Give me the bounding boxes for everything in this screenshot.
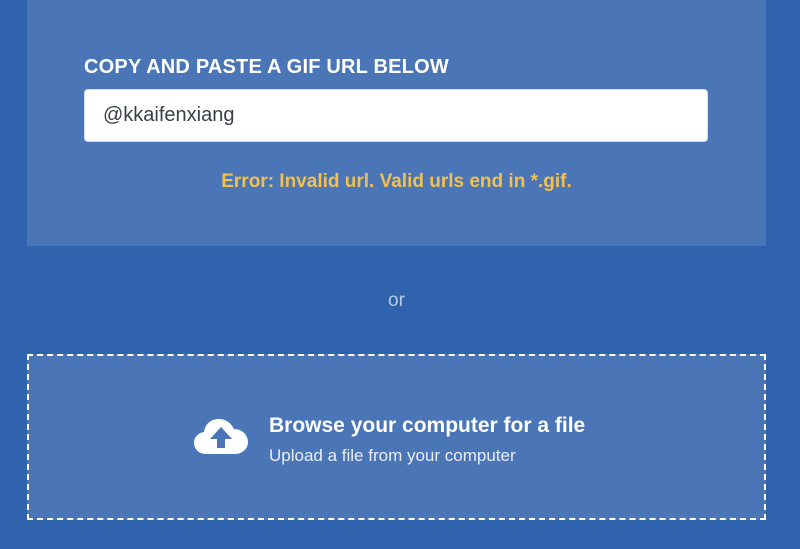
- or-separator: or: [388, 290, 405, 311]
- url-panel: COPY AND PASTE A GIF URL BELOW Error: In…: [27, 0, 766, 246]
- gif-url-input[interactable]: [84, 89, 708, 142]
- error-message: Error: Invalid url. Valid urls end in *.…: [221, 171, 572, 192]
- browse-title: Browse your computer for a file: [269, 414, 586, 437]
- file-drop-zone[interactable]: Browse your computer for a file Upload a…: [27, 354, 766, 520]
- browse-subtitle: Upload a file from your computer: [269, 446, 516, 465]
- page: COPY AND PASTE A GIF URL BELOW Error: In…: [0, 0, 800, 549]
- url-label: COPY AND PASTE A GIF URL BELOW: [84, 56, 449, 78]
- cloud-upload-icon: [194, 419, 248, 454]
